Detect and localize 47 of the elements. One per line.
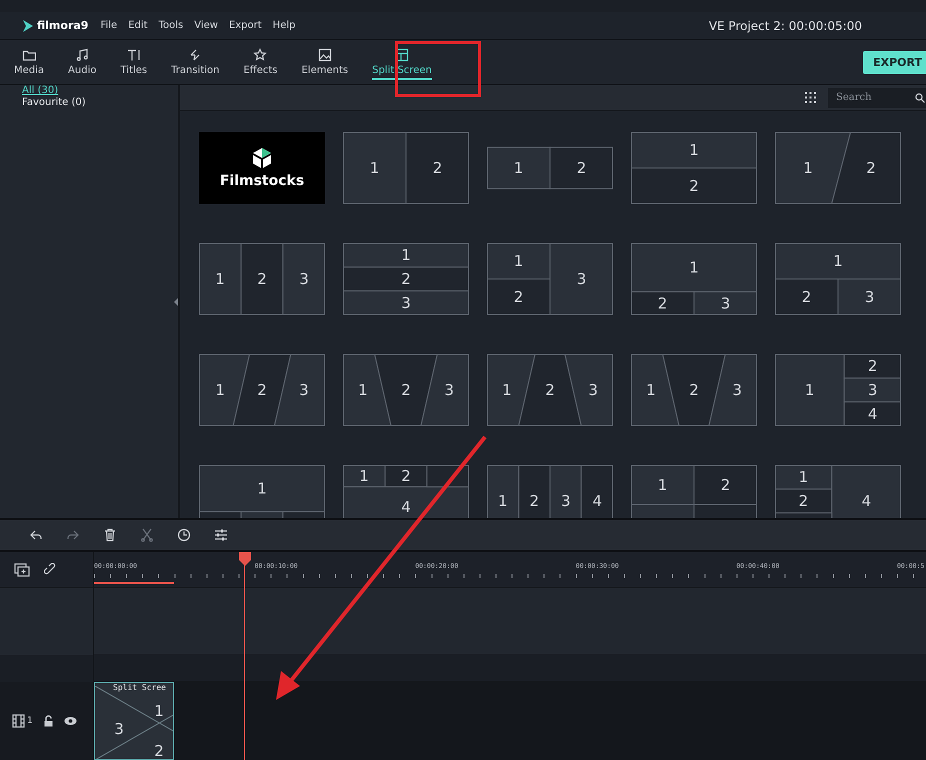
tab[interactable]: Titles [118, 40, 150, 84]
film-icon [12, 714, 25, 728]
arrows-icon [188, 48, 202, 62]
project-title: VE Project 2: 00:00:05:00 [708, 18, 862, 32]
lock-icon[interactable] [42, 715, 54, 727]
folder-icon [22, 48, 36, 62]
search-field[interactable]: Search [828, 88, 926, 108]
split-screen-template[interactable]: 1 2 [631, 465, 757, 518]
eye-icon[interactable] [64, 716, 77, 726]
split-screen-clip[interactable]: Split Scree 3 1 2 [94, 682, 174, 760]
text-icon [126, 48, 141, 62]
collapse-handle-icon[interactable] [174, 298, 178, 306]
split-screen-template[interactable]: 1 2 3 [199, 354, 325, 426]
menu-item[interactable]: Tools [158, 20, 184, 31]
tab[interactable]: Split Screen [370, 40, 434, 84]
star-icon [253, 48, 268, 62]
undo-icon[interactable] [29, 528, 43, 542]
search-icon[interactable] [915, 92, 925, 102]
tab[interactable]: Transition [169, 40, 222, 84]
clock-icon[interactable] [177, 528, 191, 542]
grid-view-icon[interactable] [805, 92, 816, 103]
sidebar-item[interactable]: All (30) [22, 85, 178, 97]
tab[interactable]: Audio [66, 40, 98, 84]
menu-item[interactable]: View [194, 20, 218, 31]
menu-item[interactable]: Help [272, 20, 296, 31]
sidebar-item[interactable]: Favourite (0) [22, 97, 178, 109]
split-screen-template[interactable]: 1 2 [487, 132, 613, 204]
export-button[interactable]: EXPORT [863, 50, 926, 74]
track-number: 1 [27, 716, 33, 726]
tab[interactable]: Effects [241, 40, 280, 84]
split-screen-template[interactable]: 1 2 3 4 [487, 465, 613, 518]
menu-item[interactable]: File [100, 20, 118, 31]
sliders-icon[interactable] [214, 528, 228, 542]
app-logo: filmora9 [22, 18, 88, 32]
split-screen-template[interactable]: 1 2 3 [199, 243, 325, 315]
menu-item[interactable]: Export [228, 20, 262, 31]
filmstocks-logo[interactable]: Filmstocks [199, 132, 325, 204]
link-icon[interactable] [44, 562, 58, 576]
tab[interactable]: Elements [299, 40, 350, 84]
split-screen-template[interactable]: 1 2 3 [343, 243, 469, 315]
image-icon [318, 48, 332, 62]
tab[interactable]: Media [12, 40, 46, 84]
add-track-icon[interactable] [14, 562, 30, 576]
trash-icon[interactable] [103, 528, 117, 542]
menu-item[interactable]: Edit [128, 20, 148, 31]
music-note-icon [75, 48, 90, 62]
cube-icon [251, 147, 273, 169]
